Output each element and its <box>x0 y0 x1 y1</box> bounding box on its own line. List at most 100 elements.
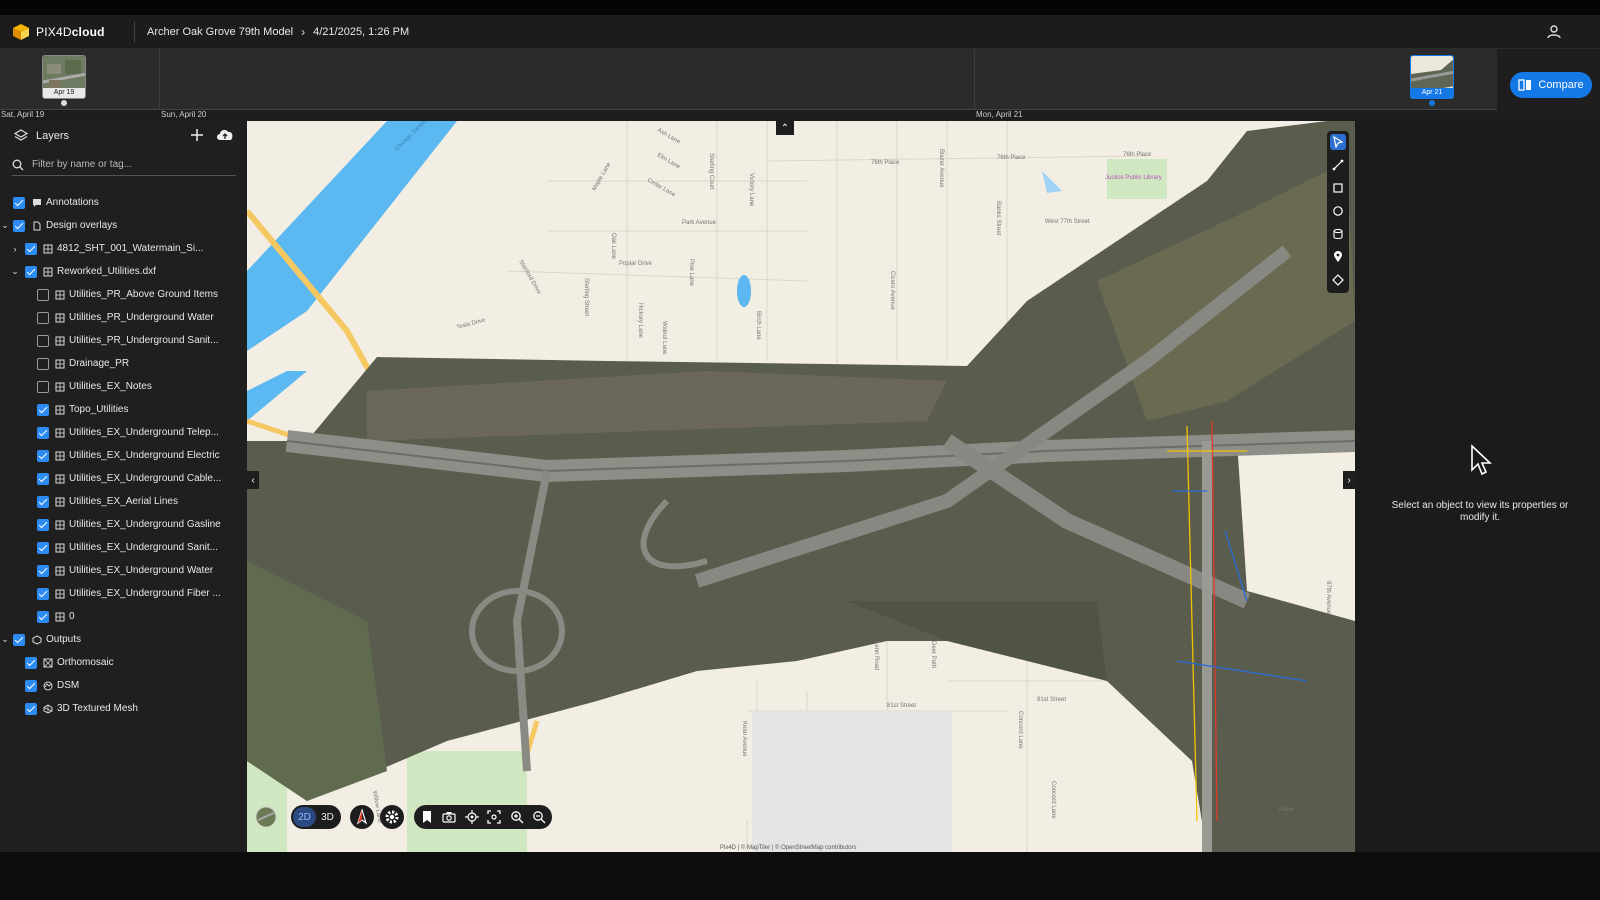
volume-tool[interactable] <box>1330 226 1346 242</box>
layer-name: Drainage_PR <box>69 358 130 369</box>
map-street-label: 76th Place <box>1123 152 1152 158</box>
layer-checkbox[interactable] <box>37 334 49 347</box>
vector-layer-icon <box>55 313 65 322</box>
zoom-in-icon[interactable] <box>510 810 524 824</box>
user-account-icon[interactable] <box>1546 24 1562 40</box>
layer-row[interactable]: Utilities_EX_Underground Electric <box>0 444 247 467</box>
layer-checkbox[interactable] <box>25 679 37 692</box>
view-3d-button[interactable]: 3D <box>316 807 339 827</box>
layer-filter-input[interactable] <box>32 159 222 170</box>
layer-checkbox[interactable] <box>37 380 49 393</box>
map-street-label: Victory Lane <box>748 173 754 207</box>
layer-row[interactable]: ⌄ Reworked_Utilities.dxf <box>0 260 247 283</box>
polygon-tool[interactable] <box>1330 180 1346 196</box>
view-2d-button[interactable]: 2D <box>293 807 316 827</box>
capture-marker-active[interactable] <box>1429 100 1435 106</box>
project-date-breadcrumb[interactable]: 4/21/2025, 1:26 PM <box>313 26 409 38</box>
layer-checkbox[interactable] <box>37 449 49 462</box>
layer-row[interactable]: Utilities_PR_Underground Sanit... <box>0 329 247 352</box>
layer-row[interactable]: 3D Textured Mesh <box>0 697 247 720</box>
layer-row[interactable]: Utilities_PR_Underground Water <box>0 306 247 329</box>
circle-tool[interactable] <box>1330 203 1346 219</box>
capture-thumbnail-apr19[interactable]: Apr 19 <box>42 55 86 99</box>
document-icon <box>33 221 41 230</box>
layer-checkbox[interactable] <box>37 518 49 531</box>
layer-row[interactable]: Utilities_EX_Underground Fiber ... <box>0 582 247 605</box>
chevron-right-icon[interactable]: › <box>10 244 20 254</box>
map-canvas[interactable]: Chicago Sanitary Ash Lane Elm Lane Maple… <box>247 121 1355 852</box>
collapse-sidebar-button[interactable]: ‹ <box>247 471 259 489</box>
layer-checkbox[interactable] <box>37 472 49 485</box>
marker-tool[interactable] <box>1330 249 1346 265</box>
cloud-upload-icon[interactable] <box>216 128 234 142</box>
map-viewer[interactable]: Chicago Sanitary Ash Lane Elm Lane Maple… <box>247 121 1355 852</box>
settings-button[interactable] <box>380 805 404 829</box>
fit-extent-icon[interactable] <box>487 810 501 824</box>
shape-tool[interactable] <box>1330 272 1346 288</box>
capture-marker[interactable] <box>61 100 67 106</box>
layer-row[interactable]: › 4812_SHT_001_Watermain_Si... <box>0 237 247 260</box>
layer-checkbox[interactable] <box>25 702 37 715</box>
layer-row[interactable]: Utilities_EX_Notes <box>0 375 247 398</box>
layer-checkbox[interactable] <box>37 587 49 600</box>
layer-checkbox[interactable] <box>37 311 49 324</box>
layer-checkbox[interactable] <box>25 265 37 278</box>
layer-checkbox[interactable] <box>37 357 49 370</box>
layer-checkbox[interactable] <box>37 541 49 554</box>
select-tool[interactable] <box>1330 134 1346 150</box>
layer-row[interactable]: Utilities_EX_Underground Water <box>0 559 247 582</box>
layer-name: Utilities_EX_Aerial Lines <box>69 496 178 507</box>
map-street-label: Concord Lane <box>1017 711 1023 749</box>
chevron-down-icon[interactable]: ⌄ <box>0 220 10 231</box>
layer-checkbox[interactable] <box>37 426 49 439</box>
layer-checkbox[interactable] <box>13 633 25 646</box>
collapse-properties-button[interactable]: › <box>1343 471 1355 489</box>
layer-checkbox[interactable] <box>37 495 49 508</box>
zoom-out-icon[interactable] <box>532 810 546 824</box>
project-name-breadcrumb[interactable]: Archer Oak Grove 79th Model <box>147 26 293 38</box>
camera-icon[interactable] <box>442 810 456 824</box>
polyline-tool[interactable] <box>1330 157 1346 173</box>
pix4d-logo[interactable]: PIX4Dcloud <box>12 23 124 41</box>
north-compass-button[interactable] <box>350 805 374 829</box>
layer-checkbox[interactable] <box>37 288 49 301</box>
layer-row[interactable]: Utilities_EX_Underground Gasline <box>0 513 247 536</box>
collapse-timeline-button[interactable]: ⌃ <box>776 121 794 135</box>
layer-row[interactable]: Utilities_EX_Underground Cable... <box>0 467 247 490</box>
layer-row[interactable]: Utilities_EX_Aerial Lines <box>0 490 247 513</box>
basemap-switcher[interactable] <box>255 805 279 829</box>
bookmark-icon[interactable] <box>420 810 434 824</box>
window-top-strip <box>0 0 1600 15</box>
add-layer-icon[interactable] <box>190 128 204 142</box>
layer-row[interactable]: 0 <box>0 605 247 628</box>
timeline[interactable]: Sat, April 19 Sun, April 20 Mon, April 2… <box>0 49 1497 121</box>
layer-row[interactable]: ⌄ Outputs <box>0 628 247 651</box>
layer-checkbox[interactable] <box>37 610 49 623</box>
layer-row[interactable]: ⌄ Design overlays <box>0 214 247 237</box>
layer-checkbox[interactable] <box>13 219 25 232</box>
layer-name: Utilities_EX_Underground Gasline <box>69 519 221 530</box>
layer-checkbox[interactable] <box>25 242 37 255</box>
chevron-down-icon[interactable]: ⌄ <box>0 634 10 645</box>
layer-row[interactable]: DSM <box>0 674 247 697</box>
compare-button[interactable]: Compare <box>1510 72 1592 98</box>
layer-row[interactable]: Orthomosaic <box>0 651 247 674</box>
layer-row[interactable]: Utilities_EX_Underground Sanit... <box>0 536 247 559</box>
layer-row[interactable]: Drainage_PR <box>0 352 247 375</box>
layer-row[interactable]: Topo_Utilities <box>0 398 247 421</box>
chevron-up-icon: ⌃ <box>780 122 790 134</box>
layer-checkbox[interactable] <box>37 564 49 577</box>
layer-checkbox[interactable] <box>13 196 25 209</box>
diamond-icon <box>1332 274 1344 286</box>
layer-row[interactable]: Utilities_EX_Underground Telep... <box>0 421 247 444</box>
layer-row[interactable]: Utilities_PR_Above Ground Items <box>0 283 247 306</box>
layer-name: Utilities_EX_Underground Fiber ... <box>69 588 221 599</box>
vector-layer-icon <box>55 451 65 460</box>
capture-thumbnail-apr21[interactable]: Apr 21 <box>1410 55 1454 99</box>
locate-icon[interactable] <box>464 810 479 824</box>
layer-checkbox[interactable] <box>25 656 37 669</box>
map-street-label: 76th Place <box>871 160 900 166</box>
layer-checkbox[interactable] <box>37 403 49 416</box>
layer-row[interactable]: Annotations <box>0 191 247 214</box>
chevron-down-icon[interactable]: ⌄ <box>10 266 20 277</box>
